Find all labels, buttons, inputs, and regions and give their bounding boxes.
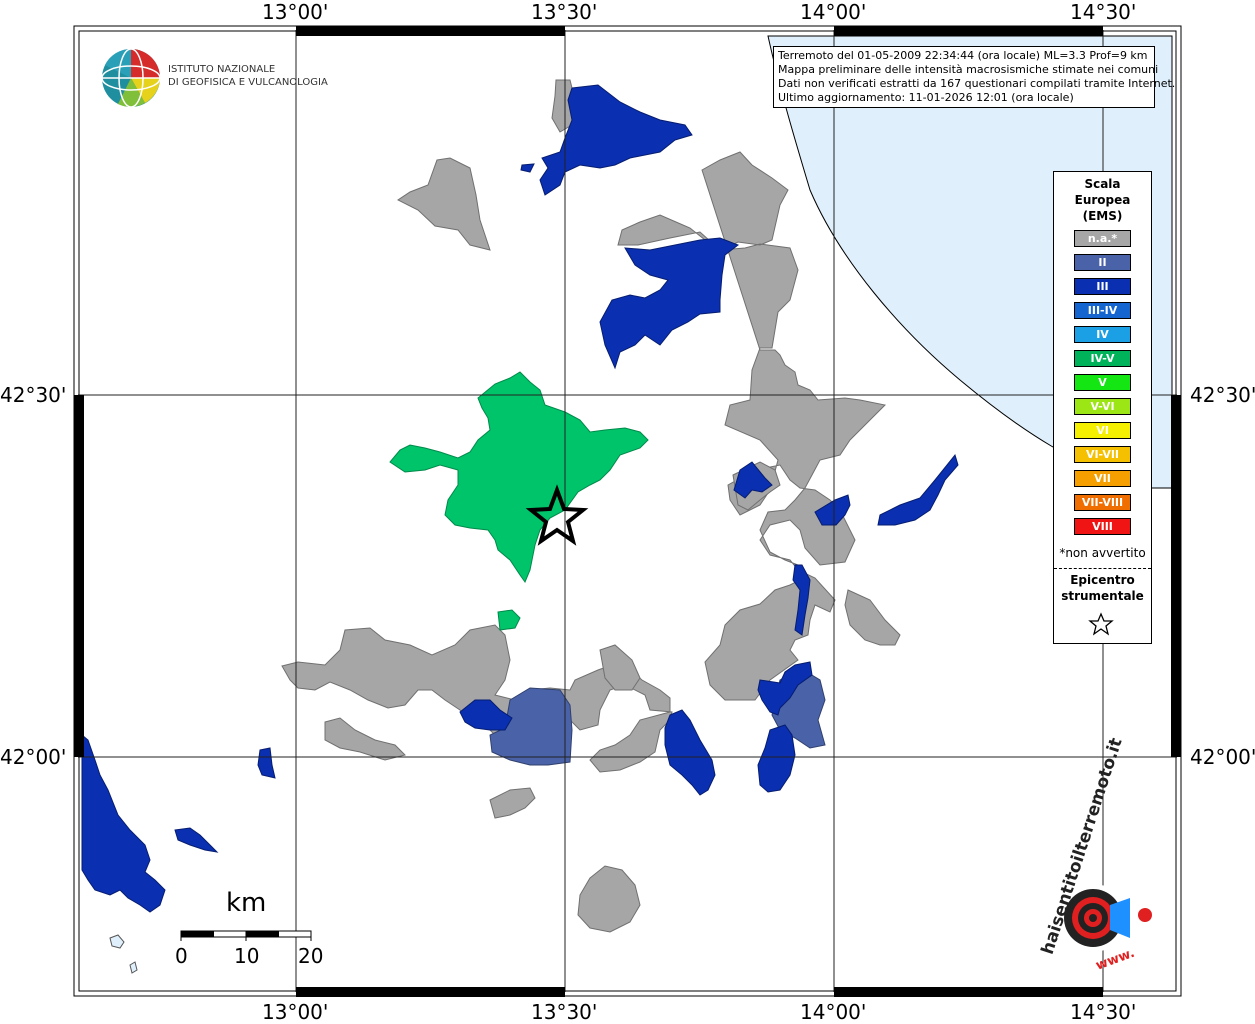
scale-label-20: 20	[298, 944, 324, 968]
tick-bottom-1430: 14°30'	[1070, 1000, 1137, 1024]
event-info-line1: Terremoto del 01-05-2009 22:34:44 (ora l…	[778, 49, 1148, 62]
municipalities-iv-v	[389, 371, 649, 631]
legend-item-10: VII	[1074, 470, 1131, 487]
legend-item-4: IV	[1074, 326, 1131, 343]
legend-item-2: III	[1074, 278, 1131, 295]
legend-title-line1: Scala	[1084, 177, 1121, 191]
tick-right-4200: 42°00'	[1190, 745, 1255, 769]
tick-left-4200: 42°00'	[0, 745, 67, 769]
tick-bottom-1300: 13°00'	[262, 1000, 329, 1024]
event-info-line2: Mappa preliminare delle intensità macros…	[778, 63, 1159, 76]
tick-bottom-1400: 14°00'	[800, 1000, 867, 1024]
scale-label-0: 0	[175, 944, 188, 968]
legend-title: Scala Europea (EMS)	[1054, 176, 1151, 224]
tick-top-1300: 13°00'	[262, 0, 329, 24]
tick-right-4230: 42°30'	[1190, 383, 1255, 407]
legend-epicenter-line2: strumentale	[1061, 589, 1144, 603]
legend-title-line3: (EMS)	[1082, 209, 1123, 223]
legend-item-1: II	[1074, 254, 1131, 271]
scale-unit: km	[226, 888, 267, 918]
tick-left-4230: 42°30'	[0, 383, 67, 407]
legend-item-6: V	[1074, 374, 1131, 391]
scale-label-10: 10	[234, 944, 260, 968]
event-info-box: Terremoto del 01-05-2009 22:34:44 (ora l…	[773, 46, 1176, 108]
tick-top-1330: 13°30'	[531, 0, 598, 24]
island-1	[109, 934, 125, 949]
legend-item-0: n.a.*	[1074, 230, 1131, 247]
institute-line2: DI GEOFISICA E VULCANOLOGIA	[168, 77, 328, 88]
legend-item-11: VII-VIII	[1074, 494, 1131, 511]
tick-top-1430: 14°30'	[1070, 0, 1137, 24]
legend-item-7: V-VI	[1074, 398, 1131, 415]
legend-epicenter-line1: Epicentro	[1070, 573, 1135, 587]
island-2	[129, 961, 138, 974]
legend-item-8: VI	[1074, 422, 1131, 439]
municipalities-na	[281, 79, 901, 933]
intensity-legend: Scala Europea (EMS) n.a.* II III III-IV IV IV…	[1053, 171, 1152, 644]
ingv-logo	[101, 48, 161, 108]
legend-item-3: III-IV	[1074, 302, 1131, 319]
institute-name: ISTITUTO NAZIONALE DI GEOFISICA E VULCAN…	[168, 63, 328, 89]
legend-separator	[1054, 568, 1151, 569]
legend-item-12: VIII	[1074, 518, 1131, 535]
legend-item-5: IV-V	[1074, 350, 1131, 367]
legend-epicenter-label: Epicentro strumentale	[1054, 572, 1151, 604]
haisentito-logo: haisentitoilterremoto.it www.	[1038, 736, 1152, 974]
legend-item-9: VI-VII	[1074, 446, 1131, 463]
tick-bottom-1330: 13°30'	[531, 1000, 598, 1024]
legend-star-icon	[1088, 612, 1114, 636]
event-info-line4: Ultimo aggiornamento: 11-01-2026 12:01 (…	[778, 91, 1074, 104]
event-info-line3: Dati non verificati estratti da 167 ques…	[778, 77, 1176, 90]
tick-top-1400: 14°00'	[800, 0, 867, 24]
institute-line1: ISTITUTO NAZIONALE	[168, 64, 276, 75]
scale-bar	[180, 930, 312, 941]
legend-title-line2: Europea	[1074, 193, 1131, 207]
legend-note: *non avvertito	[1059, 546, 1146, 560]
